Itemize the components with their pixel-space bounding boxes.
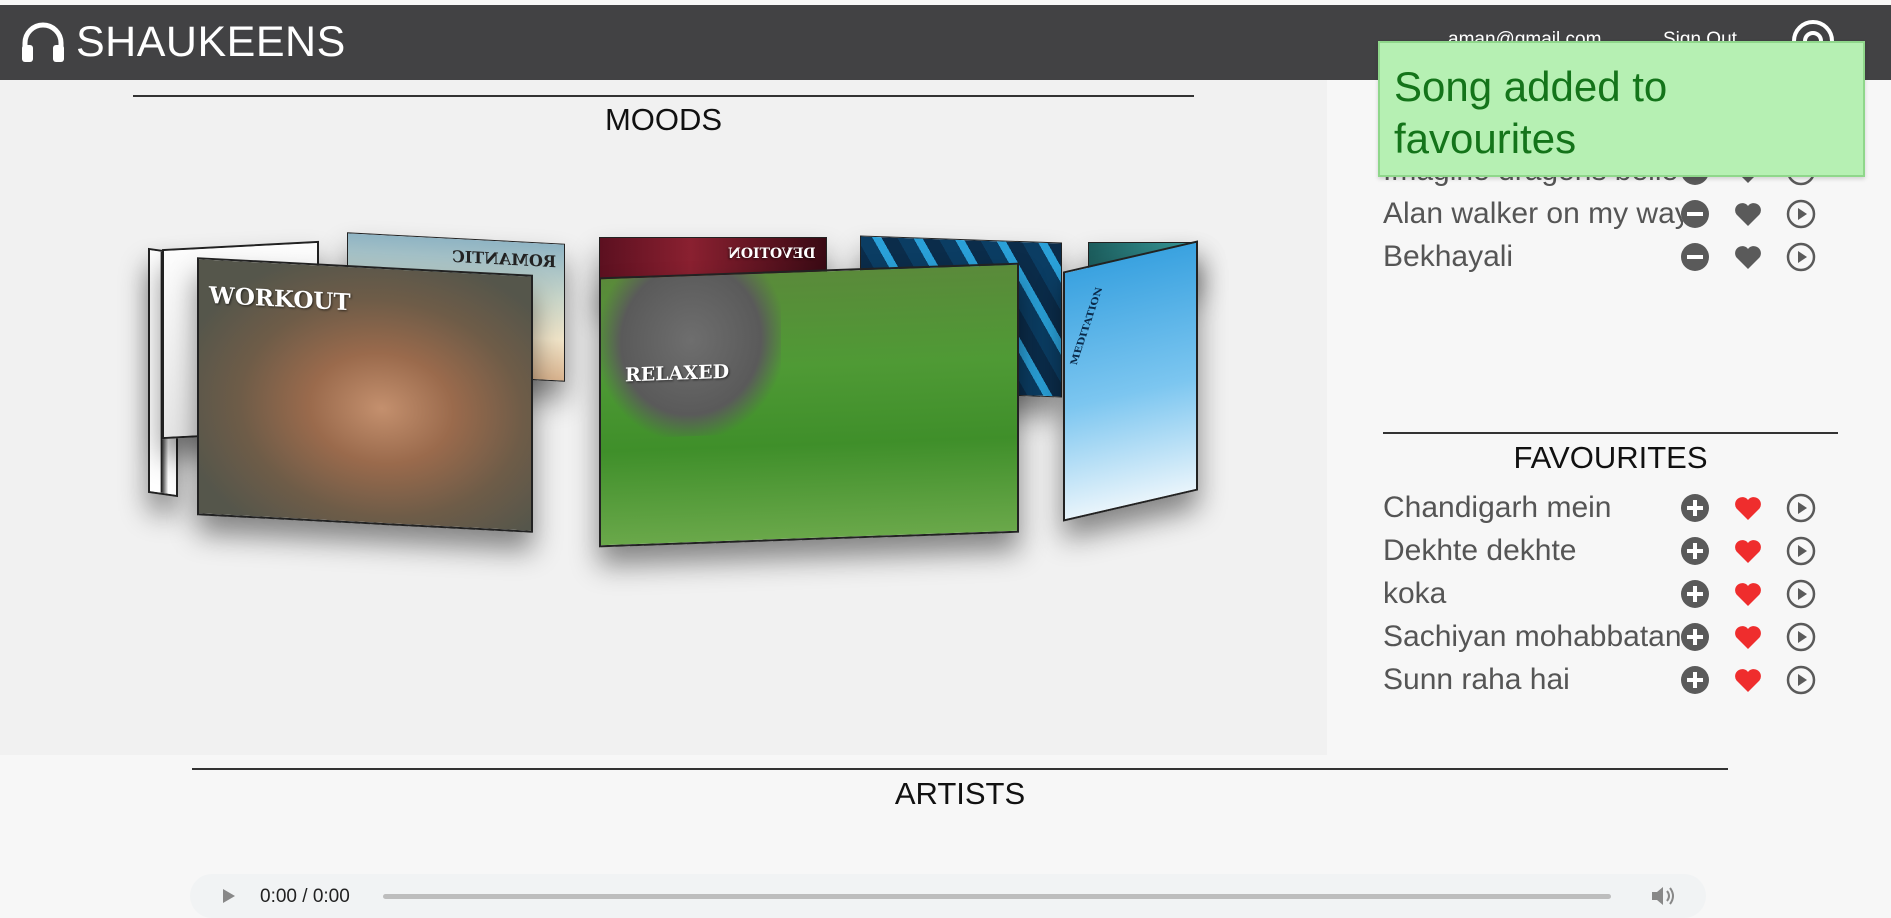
heart-icon[interactable] [1733,622,1763,652]
heart-icon[interactable] [1733,242,1763,272]
favourites-list: Chandigarh mein Dekhte dekhte koka Sachi… [1383,487,1843,702]
favourites-divider [1383,432,1838,434]
plus-circle-icon[interactable] [1680,622,1710,652]
toast-notification: Song added to favourites [1378,41,1865,177]
mood-label-devotion: DEVOTION [728,246,816,262]
song-title[interactable]: Sunn raha hai [1383,663,1683,697]
artists-divider [192,768,1728,770]
plus-circle-icon[interactable] [1680,493,1710,523]
heart-icon[interactable] [1733,579,1763,609]
moods-title: MOODS [604,102,723,137]
heart-icon[interactable] [1733,493,1763,523]
song-title[interactable]: Dekhte dekhte [1383,534,1683,568]
favourites-title: FAVOURITES [1513,440,1708,475]
song-title[interactable]: Chandigarh mein [1383,491,1683,525]
heart-icon[interactable] [1733,665,1763,695]
minus-circle-icon[interactable] [1680,199,1710,229]
mood-card-relaxed[interactable]: RELAXED [599,262,1019,548]
play-circle-icon[interactable] [1786,493,1816,523]
brand[interactable]: SHAUKEENS [20,17,346,67]
play-icon[interactable] [218,886,238,906]
plus-circle-icon[interactable] [1680,536,1710,566]
brand-name: SHAUKEENS [76,17,346,66]
audio-progress-track[interactable] [383,894,1611,899]
mood-card-workout[interactable]: WORKOUT [197,257,533,533]
list-item: Chandigarh mein [1383,487,1843,530]
audio-player: 0:00 / 0:00 [190,874,1706,918]
volume-icon[interactable] [1650,884,1676,908]
list-item: Sunn raha hai [1383,659,1843,702]
list-item: Sachiyan mohabbatan [1383,616,1843,659]
list-item: Alan walker on my way [1383,193,1843,236]
toast-message: Song added to favourites [1394,63,1668,162]
heart-icon[interactable] [1733,536,1763,566]
song-title[interactable]: Sachiyan mohabbatan [1383,620,1683,654]
moods-divider [133,95,1194,97]
play-circle-icon[interactable] [1786,199,1816,229]
moods-panel: MOODS ROMANTIC DEVOTION WORKOUT RELAXED … [0,80,1327,755]
play-circle-icon[interactable] [1786,536,1816,566]
plus-circle-icon[interactable] [1680,665,1710,695]
list-item: Bekhayali [1383,236,1843,279]
list-item: koka [1383,573,1843,616]
list-item: Dekhte dekhte [1383,530,1843,573]
artists-title: ARTISTS [894,776,1026,811]
play-circle-icon[interactable] [1786,622,1816,652]
song-title[interactable]: Alan walker on my way [1383,197,1683,231]
heart-icon[interactable] [1733,199,1763,229]
song-title[interactable]: koka [1383,577,1683,611]
mood-label-relaxed: RELAXED [625,360,730,387]
play-circle-icon[interactable] [1786,242,1816,272]
plus-circle-icon[interactable] [1680,579,1710,609]
play-circle-icon[interactable] [1786,665,1816,695]
minus-circle-icon[interactable] [1680,242,1710,272]
app-root: SHAUKEENS aman@gmail.com Sign Out MOODS … [0,0,1891,918]
play-circle-icon[interactable] [1786,579,1816,609]
song-title[interactable]: Bekhayali [1383,240,1683,274]
audio-time: 0:00 / 0:00 [260,886,350,907]
mood-card-meditation[interactable]: MEDITATION [1063,240,1198,522]
headphones-icon [20,20,66,64]
